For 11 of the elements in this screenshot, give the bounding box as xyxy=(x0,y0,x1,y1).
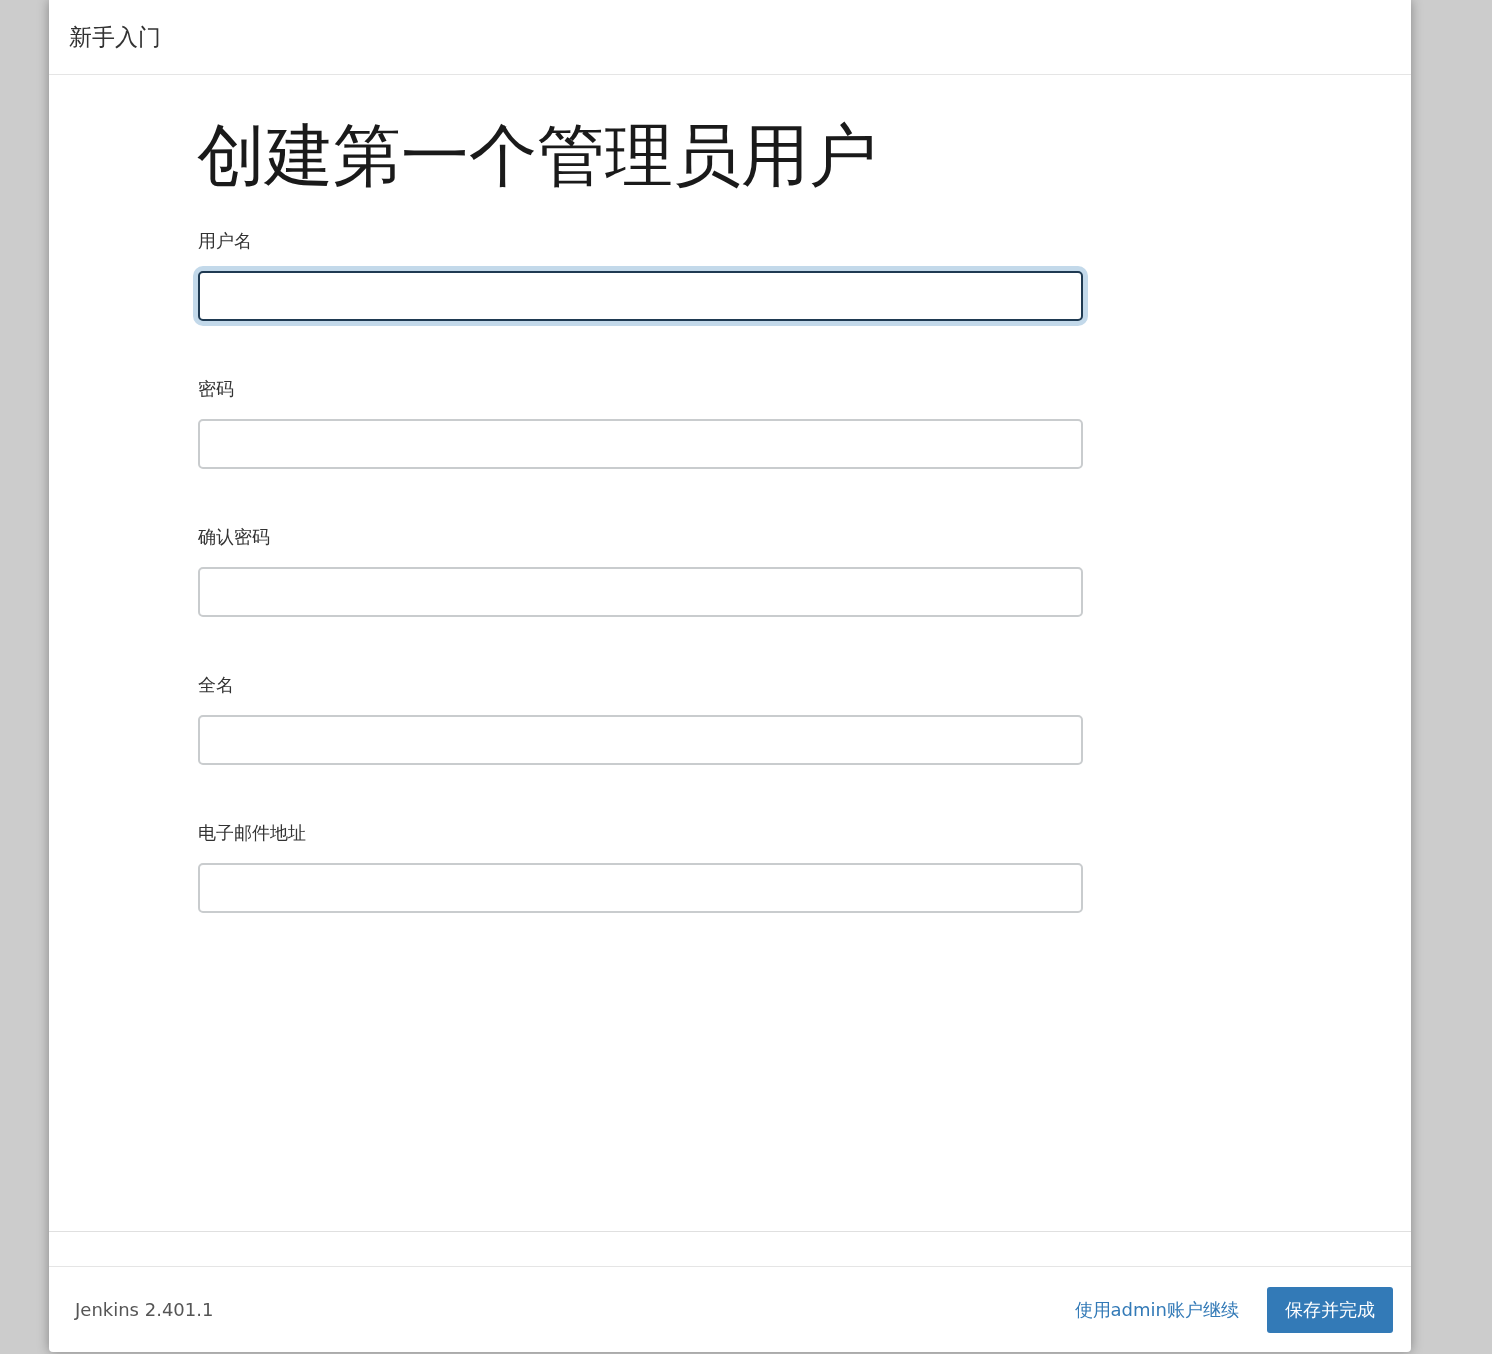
field-label: 确认密码 xyxy=(198,524,271,549)
input-field[interactable] xyxy=(198,270,1083,321)
save-and-finish-button[interactable]: 保存并完成 xyxy=(1267,1286,1393,1333)
version-text: Jenkins 2.401.1 xyxy=(75,1299,215,1320)
page-heading: 创建第一个管理员用户 xyxy=(197,115,878,197)
continue-as-admin-link[interactable]: 使用admin账户继续 xyxy=(1074,1297,1239,1322)
field-label: 电子邮件地址 xyxy=(198,820,307,845)
field-label: 密码 xyxy=(198,376,235,401)
field-label: 用户名 xyxy=(198,228,253,253)
field-label: 全名 xyxy=(198,672,235,697)
dialog-title: 新手入门 xyxy=(69,22,161,52)
